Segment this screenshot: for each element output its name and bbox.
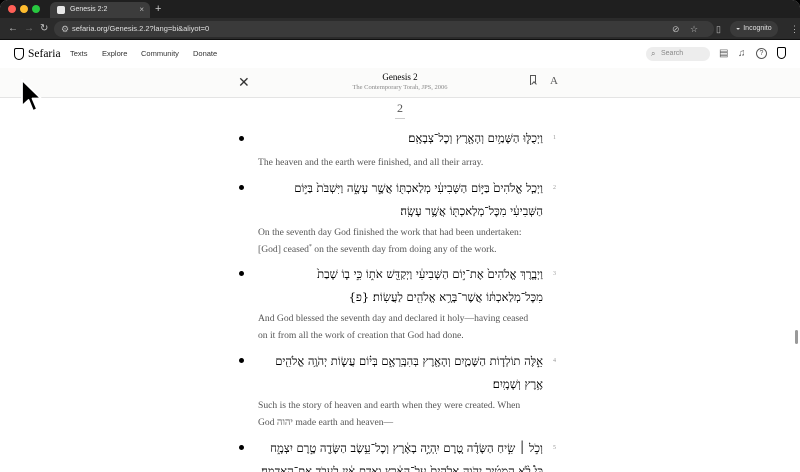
hebrew-verse[interactable]: אֵ֣לֶּה תוֹלְד֧וֹת הַשָּׁמַ֛יִם וְהָאָ֖ר… [258, 350, 543, 396]
back-icon[interactable]: ← [8, 22, 18, 36]
help-icon[interactable]: ? [756, 48, 767, 59]
english-verse[interactable]: The heaven and the earth were finished, … [258, 154, 548, 171]
verse-number: 2 [553, 185, 556, 191]
english-verse-line: on it from all the work of creation that… [258, 330, 464, 341]
text-panel: 2 1 וַיְכֻלּ֛וּ הַשָּׁמַ֥יִם וְהָאָ֖רֶץ … [0, 98, 800, 472]
verse-marker [239, 445, 244, 450]
zoom-window-button[interactable] [32, 5, 40, 13]
incognito-badge[interactable]: ◒ Incognito [730, 21, 778, 37]
browser-window: Genesis 2:2 × + ← → ↻ ⚙ sefaria.org/Gene… [0, 0, 800, 472]
close-window-button[interactable] [8, 5, 16, 13]
verse-marker [239, 136, 244, 141]
version-title[interactable]: The Contemporary Torah, JPS, 2006 [300, 83, 500, 92]
verse-marker [239, 358, 244, 363]
english-verse[interactable]: Such is the story of heaven and earth wh… [258, 397, 548, 431]
english-verse-line: God יהוה made earth and heaven— [258, 417, 394, 428]
url-input[interactable]: ⚙ sefaria.org/Genesis.2.2?lang=bi&aliyot… [54, 21, 714, 37]
browser-tab[interactable]: Genesis 2:2 × [50, 2, 150, 18]
hebrew-verse[interactable]: וַיְכַ֤ל אֱלֹהִים֙ בַּיּ֣וֹם הַשְּׁבִיעִ… [258, 177, 543, 223]
url-text: sefaria.org/Genesis.2.2?lang=bi&aliyot=0 [72, 24, 210, 33]
english-verse-line: on the seventh day from doing any of the… [311, 244, 497, 255]
minimize-window-button[interactable] [20, 5, 28, 13]
close-icon[interactable]: ✕ [238, 72, 250, 92]
bookmark-icon[interactable] [530, 75, 536, 85]
verse-number: 3 [553, 271, 556, 277]
english-verse-line: Such is the story of heaven and earth wh… [258, 400, 521, 411]
english-verse-line: And God blessed the seventh day and decl… [258, 313, 529, 324]
bell-icon[interactable]: ♫ [738, 47, 746, 61]
sefaria-favicon-icon [57, 6, 65, 14]
menu-icon[interactable]: ⋮ [790, 21, 799, 37]
logo-text: Sefaria [28, 48, 61, 60]
book-title[interactable]: Genesis 2 [300, 72, 500, 83]
hebrew-verse[interactable]: וַיְכֻלּ֛וּ הַשָּׁמַ֥יִם וְהָאָ֖רֶץ וְכׇ… [258, 127, 543, 150]
reload-icon[interactable]: ↻ [40, 22, 48, 36]
nav-explore[interactable]: Explore [102, 49, 127, 59]
sefaria-mini-logo[interactable] [777, 47, 786, 59]
site-header: Sefaria Texts Explore Community Donate ⌕… [0, 40, 800, 68]
nav-texts[interactable]: Texts [70, 49, 88, 59]
incognito-label: Incognito [743, 25, 772, 32]
font-settings-button[interactable]: A [550, 74, 558, 88]
search-placeholder: Search [661, 50, 684, 57]
english-verse-line: [God] ceased [258, 244, 309, 255]
verse-number: 4 [553, 358, 556, 364]
english-verse-line: On the seventh day God finished the work… [258, 227, 522, 238]
nav-donate[interactable]: Donate [193, 49, 217, 59]
verse-marker [239, 271, 244, 276]
tab-bar: Genesis 2:2 × + [0, 0, 800, 18]
sefaria-logo[interactable]: Sefaria [14, 46, 61, 62]
new-tab-button[interactable]: + [155, 2, 161, 16]
incognito-icon: ◒ [736, 25, 741, 32]
tab-title: Genesis 2:2 [70, 6, 108, 13]
verse-marker [239, 185, 244, 190]
scrollbar-thumb[interactable] [795, 330, 798, 344]
address-bar: ← → ↻ ⚙ sefaria.org/Genesis.2.2?lang=bi&… [0, 18, 800, 40]
english-verse[interactable]: On the seventh day God finished the work… [258, 224, 548, 258]
sefaria-logo-icon [14, 48, 24, 60]
star-icon[interactable]: ☆ [690, 22, 698, 36]
tab-close-button[interactable]: × [139, 4, 144, 16]
reader-header: ✕ Genesis 2 The Contemporary Torah, JPS,… [0, 68, 800, 98]
site-info-icon[interactable]: ⚙ [61, 22, 69, 36]
eye-slash-icon[interactable]: ⊘ [672, 22, 680, 36]
hebrew-verse[interactable]: וַיְבָ֤רֶךְ אֱלֹהִים֙ אֶת־י֣וֹם הַשְּׁבִ… [258, 263, 543, 309]
chapter-divider [395, 118, 405, 119]
hebrew-verse[interactable]: וְכֹ֣ל ׀ שִׂ֣יחַ הַשָּׂדֶ֗ה טֶ֚רֶם יִֽהְ… [258, 437, 543, 472]
sidebar-icon[interactable]: ▯ [716, 21, 721, 37]
nav-community[interactable]: Community [141, 49, 179, 59]
mouse-pointer-icon [21, 79, 42, 112]
verse-number: 1 [553, 135, 556, 141]
english-verse[interactable]: And God blessed the seventh day and decl… [258, 310, 548, 344]
search-icon: ⌕ [651, 49, 656, 58]
forward-icon[interactable]: → [24, 22, 34, 36]
verse-number: 5 [553, 445, 556, 451]
chapter-number: 2 [397, 101, 403, 115]
search-input[interactable]: ⌕ Search [646, 47, 710, 61]
saved-icon[interactable]: ▤ [719, 47, 728, 61]
